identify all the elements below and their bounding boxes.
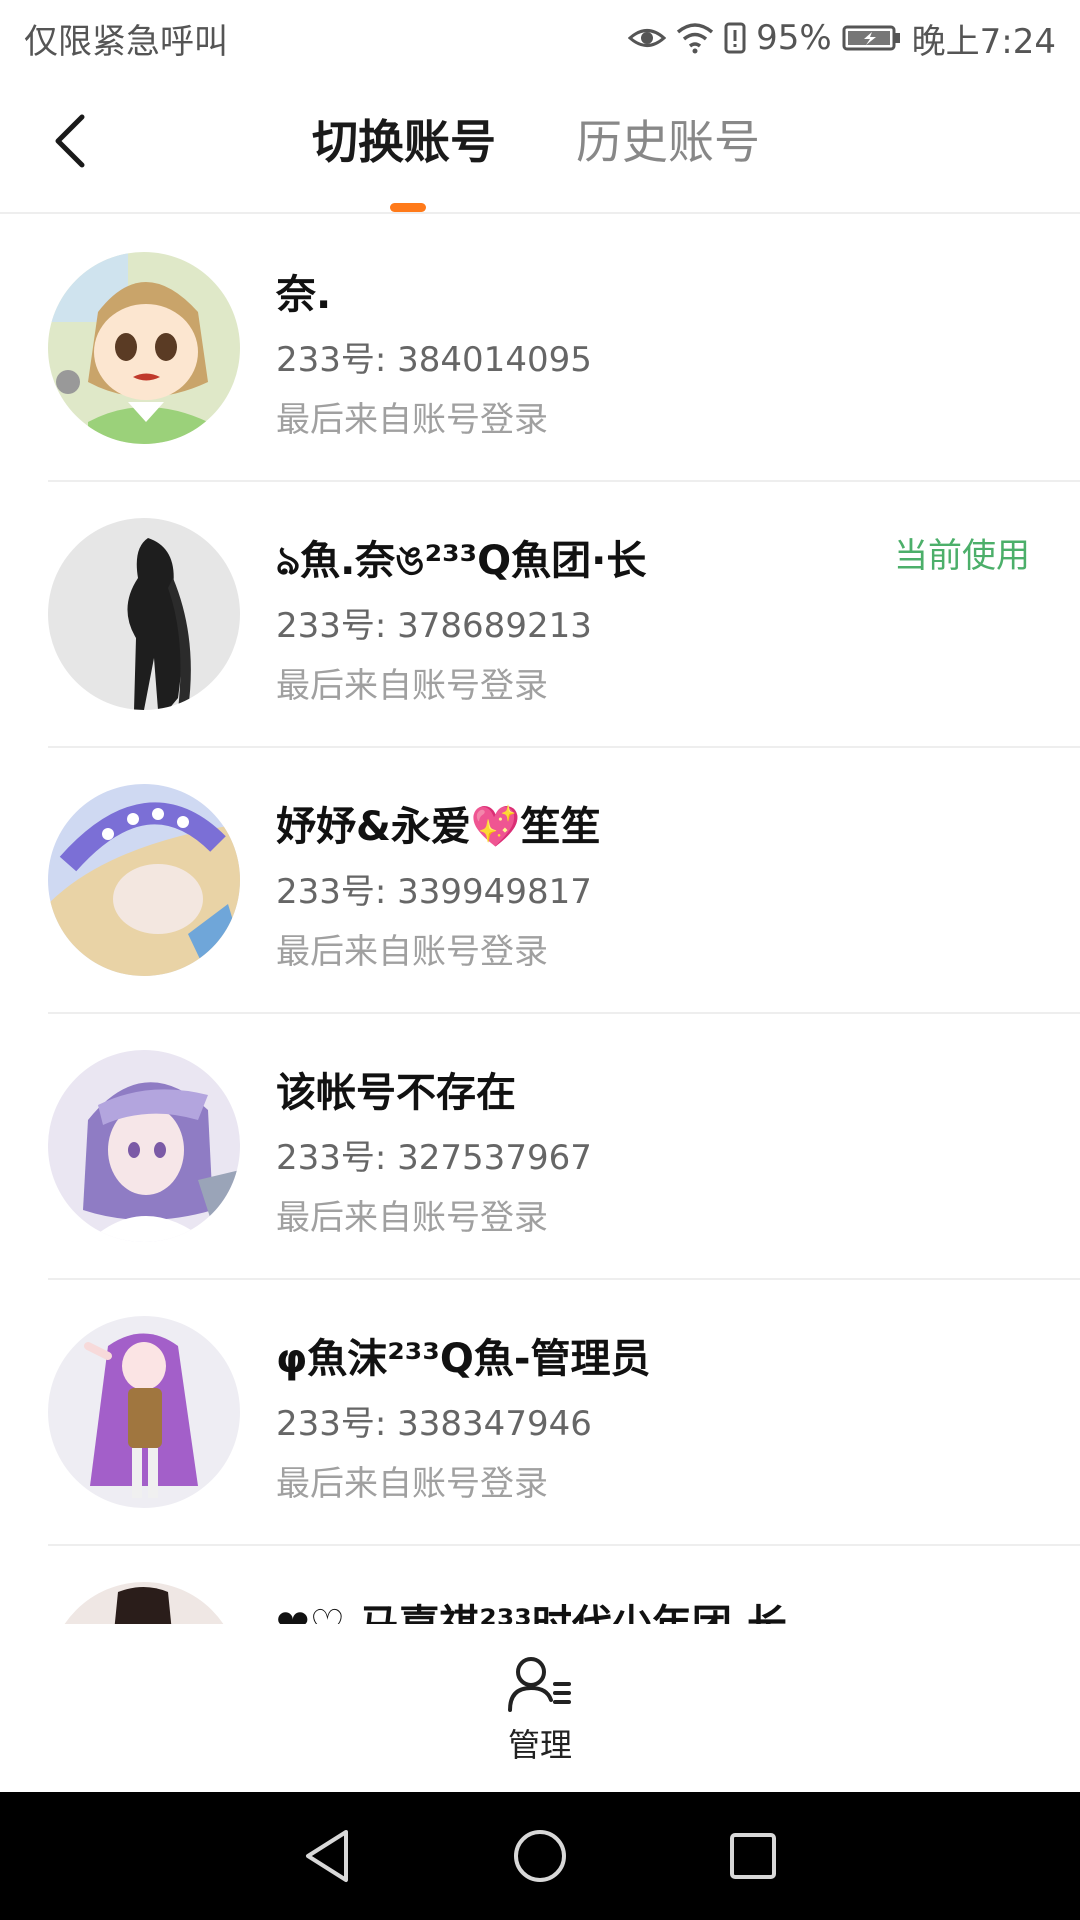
account-row[interactable]: φ魚沫²³³Q魚-管理员 233号: 338347946 最后来自账号登录: [0, 1280, 1080, 1546]
account-row[interactable]: 妤妤&永爱💖笙笙 233号: 339949817 最后来自账号登录: [0, 748, 1080, 1014]
account-id: 233号: 327537967: [276, 1138, 592, 1178]
manage-label: 管理: [507, 1726, 572, 1764]
tab-switch-account[interactable]: 切换账号: [312, 112, 496, 172]
manage-button[interactable]: 管理: [480, 1654, 600, 1774]
account-id: 233号: 378689213: [276, 606, 592, 646]
account-name: 奈.: [276, 272, 332, 318]
avatar: [48, 1316, 240, 1508]
header: 切换账号 历史账号: [0, 76, 1080, 214]
account-id: 233号: 384014095: [276, 340, 592, 380]
account-row[interactable]: 奈. 233号: 384014095 最后来自账号登录: [0, 216, 1080, 482]
account-name: 妤妤&永爱💖笙笙: [276, 804, 601, 850]
clock: 晚上7:24: [911, 21, 1056, 62]
nav-home-icon[interactable]: [512, 1828, 568, 1884]
nav-recents-icon[interactable]: [728, 1831, 778, 1881]
account-row[interactable]: 该帐号不存在 233号: 327537967 最后来自账号登录: [0, 1014, 1080, 1280]
eye-icon: [628, 23, 667, 53]
account-id: 233号: 339949817: [276, 872, 592, 912]
wifi-icon: [676, 22, 714, 54]
system-nav-bar: [0, 1792, 1080, 1920]
carrier-text: 仅限紧急呼叫: [24, 21, 228, 62]
account-name: φ魚沫²³³Q魚-管理员: [276, 1336, 651, 1382]
avatar: [48, 518, 240, 710]
status-icons: 95% 晚上7:24: [628, 14, 1056, 63]
status-bar: 仅限紧急呼叫 95% 晚上7:24: [0, 0, 1080, 76]
avatar: [48, 1050, 240, 1242]
user-manage-icon: [508, 1657, 571, 1712]
avatar: [48, 784, 240, 976]
bottom-bar: 管理: [0, 1624, 1080, 1792]
avatar: [48, 252, 240, 444]
account-list: 奈. 233号: 384014095 最后来自账号登录 ঌ魚.奈ঙ²³³Q魚团·…: [0, 216, 1080, 1624]
account-name: ঌ魚.奈ঙ²³³Q魚团·长: [276, 538, 647, 584]
account-row[interactable]: ঌ魚.奈ঙ²³³Q魚团·长 当前使用 233号: 378689213 最后来自账…: [0, 482, 1080, 748]
account-id: 233号: 338347946: [276, 1404, 592, 1444]
avatar: [48, 1582, 240, 1624]
alert-sim-icon: [724, 22, 746, 54]
chevron-left-icon: [55, 114, 85, 168]
battery-percent: 95%: [756, 18, 832, 58]
active-tab-indicator: [390, 203, 426, 212]
battery-charging-icon: [842, 23, 902, 53]
account-row[interactable]: ❤♡ 马嘉祺²³³时代少年团.长: [0, 1546, 1080, 1624]
tab-history-account[interactable]: 历史账号: [576, 112, 760, 172]
account-name: ❤♡ 马嘉祺²³³时代少年团.长: [276, 1592, 787, 1624]
account-name: 该帐号不存在: [276, 1070, 516, 1116]
login-source: 最后来自账号登录: [276, 1198, 548, 1238]
login-source: 最后来自账号登录: [276, 932, 548, 972]
login-source: 最后来自账号登录: [276, 1464, 548, 1504]
back-button[interactable]: [40, 106, 100, 176]
current-account-label: 当前使用: [894, 536, 1030, 576]
nav-back-icon[interactable]: [302, 1828, 352, 1884]
login-source: 最后来自账号登录: [276, 400, 548, 440]
login-source: 最后来自账号登录: [276, 666, 548, 706]
